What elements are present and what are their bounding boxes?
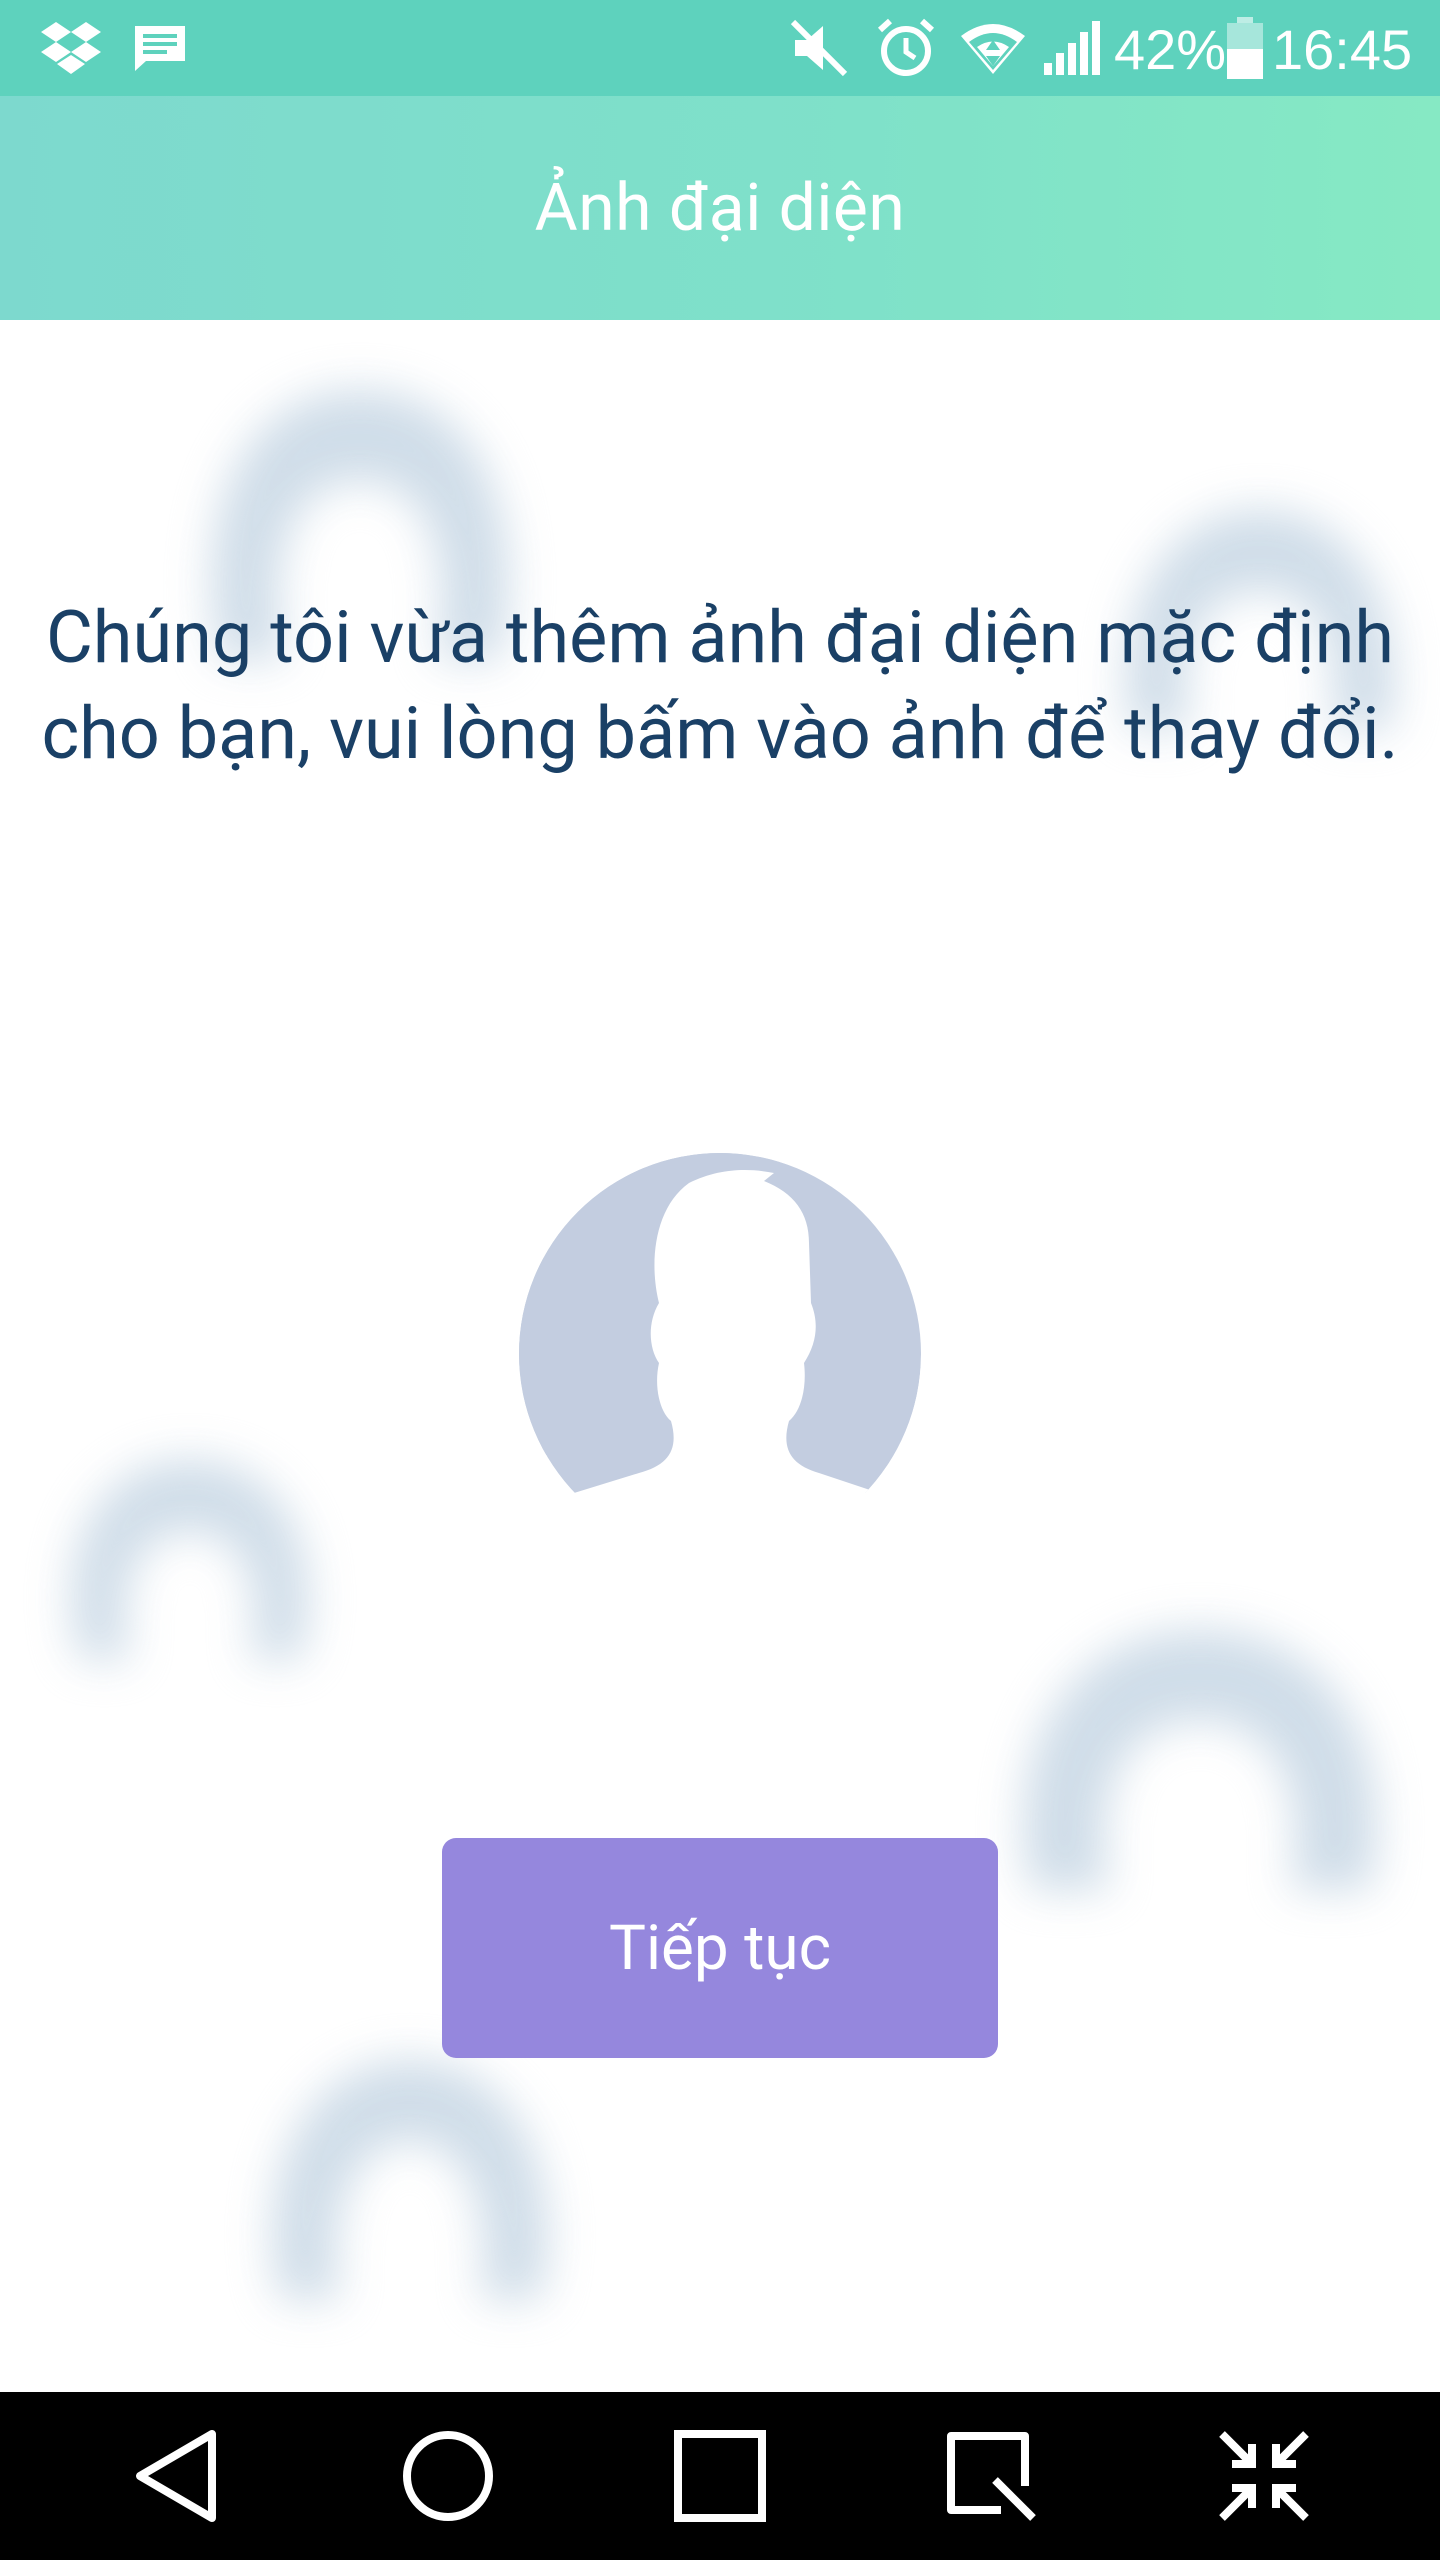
capture-button[interactable] xyxy=(911,2392,1071,2560)
capture-icon xyxy=(947,2432,1036,2521)
battery-percent: 42% xyxy=(1114,18,1227,81)
clock: 16:45 xyxy=(1272,18,1413,81)
recents-icon xyxy=(674,2430,766,2522)
page-title: Ảnh đại diện xyxy=(534,169,906,247)
recents-button[interactable] xyxy=(640,2392,800,2560)
minimize-icon xyxy=(1219,2431,1309,2521)
battery-icon xyxy=(1226,0,1264,96)
continue-button[interactable]: Tiếp tục xyxy=(442,1838,998,2058)
back-icon xyxy=(136,2430,216,2522)
minimize-button[interactable] xyxy=(1184,2392,1344,2560)
avatar-silhouette-icon xyxy=(519,1153,921,1555)
message-icon xyxy=(130,0,190,96)
info-message: Chúng tôi vừa thêm ảnh đại diện mặc định… xyxy=(41,595,1399,776)
decorative-avatar-ghost-3 xyxy=(71,1460,309,1660)
app-bar: Ảnh đại diện xyxy=(0,96,1440,320)
decorative-avatar-ghost-4 xyxy=(1023,1630,1377,1890)
default-avatar-image[interactable] xyxy=(519,1153,921,1555)
back-button[interactable] xyxy=(97,2392,257,2560)
status-bar: 42% 16:45 xyxy=(0,0,1440,96)
home-icon xyxy=(403,2431,493,2521)
home-button[interactable] xyxy=(368,2392,528,2560)
main-content: Chúng tôi vừa thêm ảnh đại diện mặc định… xyxy=(0,320,1440,2392)
wifi-icon xyxy=(958,0,1028,96)
dropbox-icon xyxy=(38,0,104,96)
mute-icon xyxy=(786,0,852,96)
signal-icon xyxy=(1040,0,1102,96)
alarm-icon xyxy=(872,0,940,96)
navigation-bar xyxy=(0,2392,1440,2560)
